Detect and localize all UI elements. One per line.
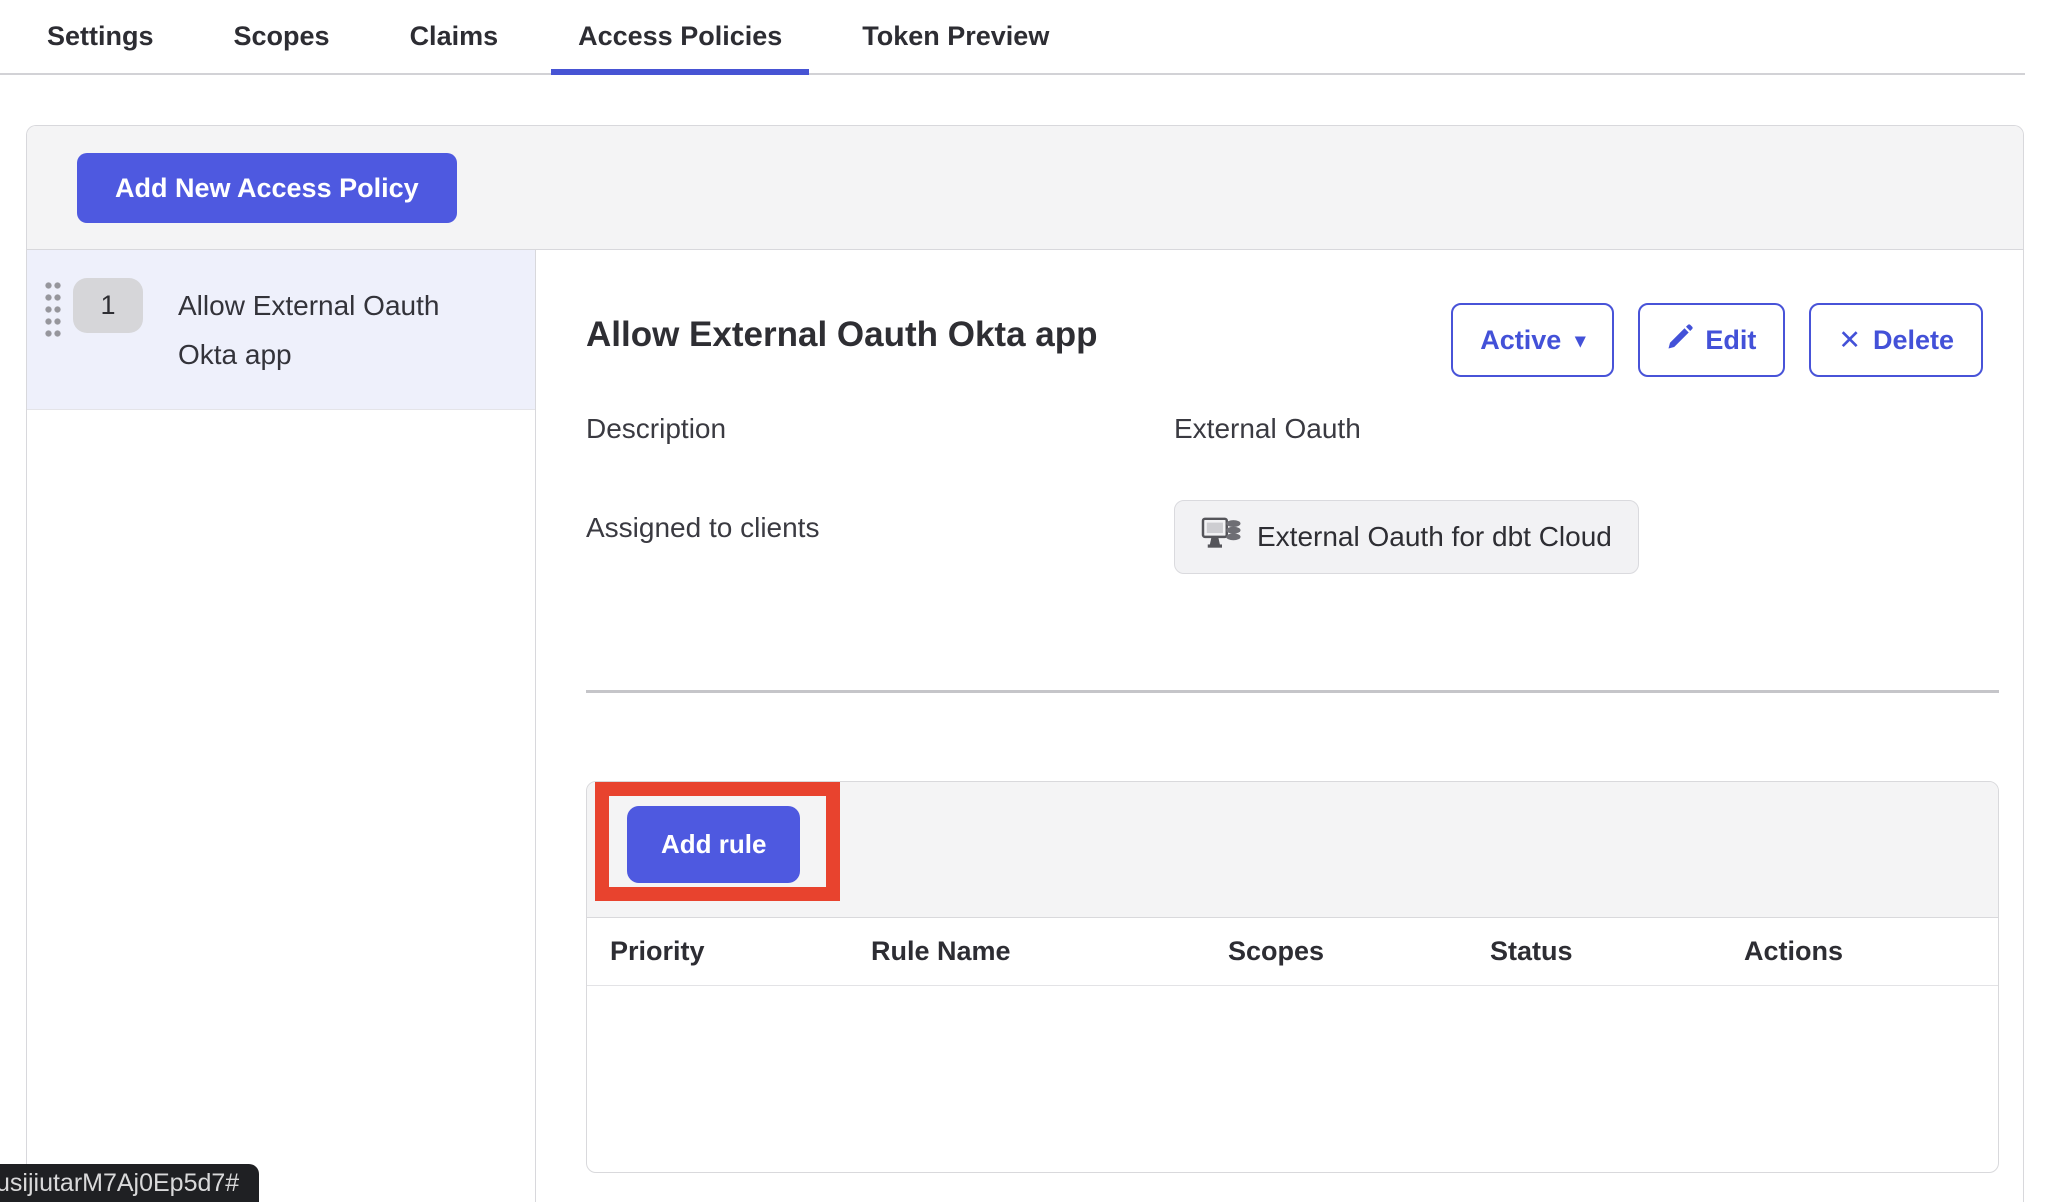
column-actions: Actions bbox=[1744, 936, 1998, 967]
assigned-clients-row: Assigned to clients bbox=[586, 500, 1999, 574]
drag-handle-icon[interactable] bbox=[45, 282, 62, 340]
policy-list-item[interactable]: 1 Allow External Oauth Okta app bbox=[27, 250, 535, 410]
rules-header: Add rule bbox=[587, 782, 1998, 918]
edit-button[interactable]: Edit bbox=[1638, 303, 1785, 377]
section-divider bbox=[586, 690, 1999, 693]
add-rule-button[interactable]: Add rule bbox=[627, 806, 800, 883]
x-icon: ✕ bbox=[1838, 325, 1861, 356]
add-new-access-policy-button[interactable]: Add New Access Policy bbox=[77, 153, 457, 223]
delete-label: Delete bbox=[1873, 325, 1954, 356]
column-rule-name: Rule Name bbox=[871, 936, 1228, 967]
computer-icon bbox=[1201, 515, 1243, 560]
panel-body: 1 Allow External Oauth Okta app Allow Ex… bbox=[27, 250, 2023, 1202]
rules-table-header: Priority Rule Name Scopes Status Actions bbox=[587, 918, 1998, 986]
tab-token-preview[interactable]: Token Preview bbox=[835, 0, 1076, 73]
description-row: Description External Oauth bbox=[586, 413, 1999, 445]
column-status: Status bbox=[1490, 936, 1744, 967]
status-dropdown-button[interactable]: Active ▾ bbox=[1451, 303, 1614, 377]
client-chip[interactable]: External Oauth for dbt Cloud bbox=[1174, 500, 1639, 574]
policy-action-buttons: Active ▾ Edit ✕ Delete bbox=[1451, 303, 1983, 377]
status-bar-link-tooltip: usijiutarM7Aj0Ep5d7# bbox=[0, 1164, 259, 1202]
column-priority: Priority bbox=[587, 936, 871, 967]
assigned-clients-label: Assigned to clients bbox=[586, 500, 1174, 544]
tab-settings[interactable]: Settings bbox=[20, 0, 181, 73]
tab-scopes[interactable]: Scopes bbox=[207, 0, 357, 73]
panel-header: Add New Access Policy bbox=[27, 126, 2023, 250]
rules-card: Add rule Priority Rule Name Scopes Statu… bbox=[586, 781, 1999, 1173]
policy-list: 1 Allow External Oauth Okta app bbox=[27, 250, 536, 1202]
tab-bar: Settings Scopes Claims Access Policies T… bbox=[0, 0, 2025, 75]
delete-button[interactable]: ✕ Delete bbox=[1809, 303, 1983, 377]
tab-claims[interactable]: Claims bbox=[383, 0, 526, 73]
policy-detail-pane: Allow External Oauth Okta app Active ▾ E… bbox=[536, 250, 2023, 1202]
detail-header: Allow External Oauth Okta app Active ▾ E… bbox=[586, 303, 1999, 377]
policy-name: Allow External Oauth Okta app bbox=[178, 281, 473, 379]
description-value: External Oauth bbox=[1174, 413, 1361, 445]
description-label: Description bbox=[586, 413, 1174, 445]
chevron-down-icon: ▾ bbox=[1575, 328, 1585, 353]
client-chip-label: External Oauth for dbt Cloud bbox=[1257, 521, 1612, 553]
status-label: Active bbox=[1480, 325, 1561, 356]
edit-label: Edit bbox=[1705, 325, 1756, 356]
tab-access-policies[interactable]: Access Policies bbox=[551, 0, 809, 73]
column-scopes: Scopes bbox=[1228, 936, 1490, 967]
access-policies-panel: Add New Access Policy 1 Allow External O… bbox=[26, 125, 2024, 1202]
policy-order-badge: 1 bbox=[73, 278, 143, 333]
rules-table-body-empty bbox=[587, 986, 1998, 1172]
pencil-icon bbox=[1667, 324, 1693, 357]
policy-title: Allow External Oauth Okta app bbox=[586, 315, 1097, 355]
annotation-highlight-box: Add rule bbox=[595, 782, 840, 901]
